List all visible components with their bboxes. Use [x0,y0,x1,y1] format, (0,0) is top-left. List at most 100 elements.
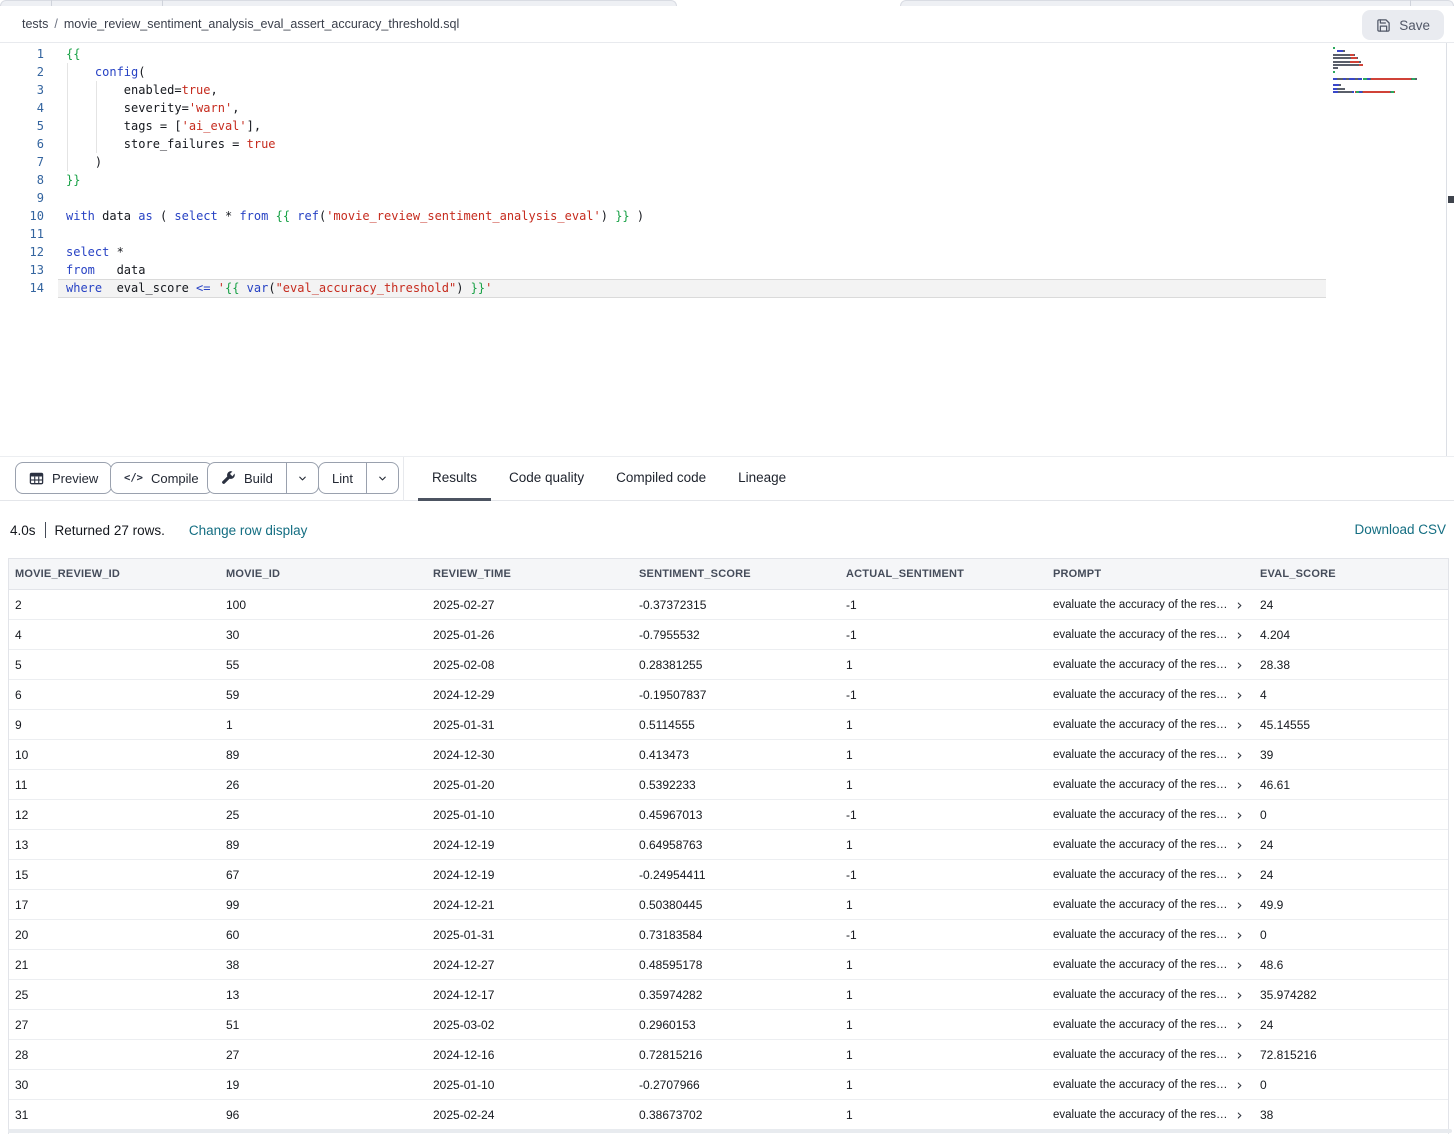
prompt-cell: evaluate the accuracy of the res… › [1053,1079,1260,1091]
table-row[interactable]: 15672024-12-19-0.24954411-1evaluate the … [9,860,1448,890]
cell: 5 [15,658,226,672]
cell: 51 [226,1018,433,1032]
expand-prompt-icon[interactable]: › [1237,960,1243,970]
code-line[interactable]: {{ [66,45,1324,63]
expand-prompt-icon[interactable]: › [1237,660,1243,670]
code-line[interactable]: select * [66,243,1324,261]
tab-code-quality[interactable]: Code quality [495,457,598,501]
expand-prompt-icon[interactable]: › [1237,990,1243,1000]
code-line[interactable]: severity='warn', [66,99,1324,117]
table-row[interactable]: 27512025-03-020.29601531evaluate the acc… [9,1010,1448,1040]
table-row[interactable]: 13892024-12-190.649587631evaluate the ac… [9,830,1448,860]
expand-prompt-icon[interactable]: › [1237,1080,1243,1090]
tab-lineage[interactable]: Lineage [724,457,800,501]
expand-prompt-icon[interactable]: › [1237,810,1243,820]
column-header: MOVIE_REVIEW_ID [15,568,226,580]
code-line[interactable]: }} [66,171,1324,189]
cell: 2024-12-27 [433,958,639,972]
cell: 1 [846,838,1053,852]
expand-prompt-icon[interactable]: › [1237,600,1243,610]
cell: 0.73183584 [639,928,846,942]
table-row[interactable]: 912025-01-310.51145551evaluate the accur… [9,710,1448,740]
table-row[interactable]: 20602025-01-310.73183584-1evaluate the a… [9,920,1448,950]
expand-prompt-icon[interactable]: › [1237,630,1243,640]
cell: 100 [226,598,433,612]
table-row[interactable]: 6592024-12-29-0.19507837-1evaluate the a… [9,680,1448,710]
cell: -1 [846,928,1053,942]
table-row[interactable]: 12252025-01-100.45967013-1evaluate the a… [9,800,1448,830]
expand-prompt-icon[interactable]: › [1237,720,1243,730]
prompt-cell: evaluate the accuracy of the res…› [1053,599,1260,611]
download-csv-link[interactable]: Download CSV [1354,522,1446,537]
expand-prompt-icon[interactable]: › [1237,930,1243,940]
cell: 38 [1260,1108,1448,1122]
code-line[interactable]: where eval_score <= '{{ var("eval_accura… [66,279,1324,297]
results-horizontal-scrollbar[interactable] [8,1129,1452,1133]
preview-button[interactable]: Preview [15,462,112,494]
cell: 0.48595178 [639,958,846,972]
table-row[interactable]: 17992024-12-210.503804451evaluate the ac… [9,890,1448,920]
code-editor[interactable]: 1234567891011121314 {{ config( enabled=t… [0,43,1454,456]
expand-prompt-icon[interactable]: › [1237,750,1243,760]
lint-dropdown-button[interactable] [366,463,398,493]
table-row[interactable]: 25132024-12-170.359742821evaluate the ac… [9,980,1448,1010]
build-dropdown-button[interactable] [286,463,318,493]
tab-results[interactable]: Results [418,457,491,501]
expand-prompt-icon[interactable]: › [1237,780,1243,790]
code-line[interactable]: tags = ['ai_eval'], [66,117,1324,135]
change-row-display-link[interactable]: Change row display [189,523,308,538]
table-row[interactable]: 10892024-12-300.4134731evaluate the accu… [9,740,1448,770]
prompt-text: evaluate the accuracy of the res… [1053,1079,1228,1091]
code-line[interactable]: ) [66,153,1324,171]
breadcrumb-folder[interactable]: tests [22,17,48,31]
cell: 2 [15,598,226,612]
preview-label: Preview [52,471,98,486]
cell: 2024-12-19 [433,838,639,852]
cell: 59 [226,688,433,702]
code-area[interactable]: {{ config( enabled=true, severity='warn'… [66,45,1324,297]
code-line[interactable]: config( [66,63,1324,81]
save-button[interactable]: Save [1362,10,1444,40]
table-row[interactable]: 30192025-01-10-0.27079661evaluate the ac… [9,1070,1448,1100]
expand-prompt-icon[interactable]: › [1237,1050,1243,1060]
lint-split-button[interactable]: Lint [318,462,399,494]
cell: 2024-12-19 [433,868,639,882]
tab-compiled-code[interactable]: Compiled code [602,457,720,501]
prompt-cell: evaluate the accuracy of the res…› [1053,839,1260,851]
table-row[interactable]: 28272024-12-160.728152161evaluate the ac… [9,1040,1448,1070]
expand-prompt-icon[interactable]: › [1237,690,1243,700]
table-row[interactable]: 5552025-02-080.283812551evaluate the acc… [9,650,1448,680]
cell: 11 [15,778,226,792]
line-number: 5 [0,117,44,135]
table-row[interactable]: 11262025-01-200.53922331evaluate the acc… [9,770,1448,800]
cell: 17 [15,898,226,912]
expand-prompt-icon[interactable]: › [1237,1110,1243,1120]
save-label: Save [1399,18,1430,33]
compile-button[interactable]: </> Compile [110,462,213,494]
code-line[interactable]: with data as ( select * from {{ ref('mov… [66,207,1324,225]
code-line[interactable]: from data [66,261,1324,279]
cell: 2025-01-10 [433,808,639,822]
cell: 6 [15,688,226,702]
build-split-button[interactable]: Build [207,462,319,494]
line-number: 3 [0,81,44,99]
expand-prompt-icon[interactable]: › [1237,870,1243,880]
cell: 26 [226,778,433,792]
query-time: 4.0s [10,523,36,538]
expand-prompt-icon[interactable]: › [1237,900,1243,910]
code-line[interactable]: enabled=true, [66,81,1324,99]
table-row[interactable]: 21382024-12-270.485951781evaluate the ac… [9,950,1448,980]
code-line[interactable] [66,225,1324,243]
cell: 20 [15,928,226,942]
code-line[interactable]: store_failures = true [66,135,1324,153]
cell: 0.72815216 [639,1048,846,1062]
editor-scrollbar-thumb[interactable] [1448,196,1454,203]
code-line[interactable] [66,189,1324,207]
prompt-text: evaluate the accuracy of the res… [1053,749,1228,761]
minimap[interactable] [1333,47,1445,94]
table-row[interactable]: 4302025-01-26-0.7955532-1evaluate the ac… [9,620,1448,650]
table-row[interactable]: 31962025-02-240.386737021evaluate the ac… [9,1100,1448,1130]
table-row[interactable]: 21002025-02-27-0.37372315-1evaluate the … [9,590,1448,620]
expand-prompt-icon[interactable]: › [1237,840,1243,850]
expand-prompt-icon[interactable]: › [1237,1020,1243,1030]
